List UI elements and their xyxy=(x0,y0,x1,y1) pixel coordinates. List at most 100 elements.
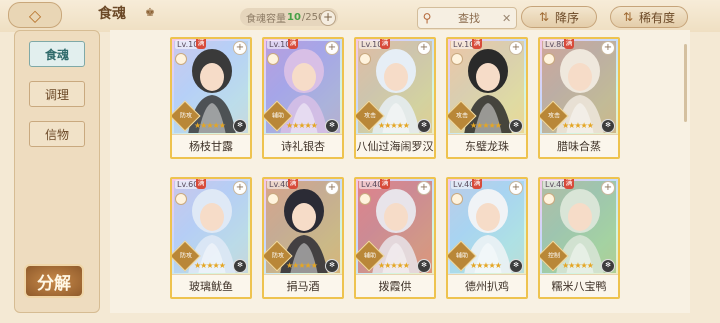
star-rating: ★★★★★ xyxy=(194,261,226,270)
tab-tokens[interactable]: 信物 xyxy=(29,121,85,147)
clear-icon[interactable]: ✕ xyxy=(502,12,516,25)
role-label: 控制 xyxy=(548,252,561,260)
star-rating: ★★★★★ xyxy=(286,121,318,130)
card-name: 玻璃鱿鱼 xyxy=(172,274,250,297)
full-badge: 满 xyxy=(564,39,574,49)
sort-icon: ⇅ xyxy=(538,10,550,24)
gear-icon: ✻ xyxy=(417,119,431,133)
element-icon xyxy=(451,53,463,65)
role-label: 攻击 xyxy=(364,112,377,120)
back-arrow-icon: ◇ xyxy=(28,5,42,25)
sort-button[interactable]: ⇅ 降序 xyxy=(521,6,597,28)
card-name: 拨霞供 xyxy=(356,274,434,297)
food-soul-card[interactable]: Lv.100 满 + 攻击 ★★★★★ ✻ 东璧龙珠 xyxy=(446,37,528,159)
gear-icon: ✻ xyxy=(233,119,247,133)
food-soul-card[interactable]: Lv.40 满 + 防攻 ★★★★★ ✻ 捐马酒 xyxy=(262,177,344,299)
full-badge: 满 xyxy=(380,179,390,189)
card-name: 德州扒鸡 xyxy=(448,274,526,297)
card-name: 腊味合蒸 xyxy=(540,134,618,157)
gear-icon: ✻ xyxy=(233,259,247,273)
role-label: 辅助 xyxy=(272,112,285,120)
card-name: 捐马酒 xyxy=(264,274,342,297)
star-rating: ★★★★★ xyxy=(378,121,410,130)
capacity-current: 10 xyxy=(287,11,301,23)
gear-icon: ✻ xyxy=(325,259,339,273)
plus-icon[interactable]: + xyxy=(233,181,247,195)
gear-icon: ✻ xyxy=(509,259,523,273)
rarity-label: 稀有度 xyxy=(639,10,676,25)
element-icon xyxy=(543,53,555,65)
crown-icon: ♚ xyxy=(145,6,155,19)
role-label: 防攻 xyxy=(272,252,285,260)
star-rating: ★★★★★ xyxy=(562,261,594,270)
plus-icon[interactable]: + xyxy=(417,181,431,195)
star-rating: ★★★★★ xyxy=(286,261,318,270)
role-label: 防攻 xyxy=(180,252,193,260)
capacity-label: 食魂容量 xyxy=(246,13,286,25)
element-icon xyxy=(267,53,279,65)
food-soul-card[interactable]: Lv.40 满 + 辅助 ★★★★★ ✻ 德州扒鸡 xyxy=(446,177,528,299)
star-rating: ★★★★★ xyxy=(194,121,226,130)
sort-label: 降序 xyxy=(555,10,580,25)
tab-food-soul[interactable]: 食魂 xyxy=(29,41,85,67)
rarity-icon: ⇅ xyxy=(622,10,634,24)
tab-cooking[interactable]: 调理 xyxy=(29,81,85,107)
plus-icon[interactable]: + xyxy=(509,181,523,195)
full-badge: 满 xyxy=(288,39,298,49)
gear-icon: ✻ xyxy=(325,119,339,133)
add-capacity-button[interactable]: + xyxy=(320,10,336,26)
food-soul-card[interactable]: Lv.60 满 + 防攻 ★★★★★ ✻ 玻璃鱿鱼 xyxy=(170,177,252,299)
scrollbar[interactable] xyxy=(684,44,687,122)
element-icon xyxy=(359,53,371,65)
decompose-button[interactable]: 分解 xyxy=(24,264,84,298)
card-name: 诗礼银杏 xyxy=(264,134,342,157)
star-rating: ★★★★★ xyxy=(562,121,594,130)
food-soul-card[interactable]: Lv.40 满 + 控制 ★★★★★ ✻ 糯米八宝鸭 xyxy=(538,177,620,299)
full-badge: 满 xyxy=(564,179,574,189)
role-label: 攻击 xyxy=(548,112,561,120)
full-badge: 满 xyxy=(472,39,482,49)
rarity-filter-button[interactable]: ⇅ 稀有度 xyxy=(610,6,688,28)
element-icon xyxy=(175,193,187,205)
full-badge: 满 xyxy=(472,179,482,189)
role-label: 辅助 xyxy=(456,252,469,260)
card-name: 东璧龙珠 xyxy=(448,134,526,157)
search-field[interactable]: ⚲ 查找 ✕ xyxy=(417,7,517,29)
full-badge: 满 xyxy=(288,179,298,189)
card-name: 糯米八宝鸭 xyxy=(540,274,618,297)
plus-icon[interactable]: + xyxy=(601,41,615,55)
full-badge: 满 xyxy=(196,39,206,49)
full-badge: 满 xyxy=(196,179,206,189)
food-soul-card[interactable]: Lv.100 满 + 防攻 ★★★★★ ✻ 杨枝甘露 xyxy=(170,37,252,159)
capacity-indicator: 食魂容量 10 /250 + xyxy=(240,8,338,26)
gear-icon: ✻ xyxy=(601,119,615,133)
role-label: 辅助 xyxy=(364,252,377,260)
plus-icon[interactable]: + xyxy=(325,41,339,55)
plus-icon[interactable]: + xyxy=(601,181,615,195)
top-bar: ◇ 食魂 ♚ 食魂容量 10 /250 + ⚲ 查找 ✕ ⇅ 降序 ⇅ 稀有度 xyxy=(0,0,720,32)
plus-icon[interactable]: + xyxy=(509,41,523,55)
plus-icon[interactable]: + xyxy=(233,41,247,55)
card-name: 杨枝甘露 xyxy=(172,134,250,157)
role-label: 攻击 xyxy=(456,112,469,120)
search-icon: ⚲ xyxy=(422,11,432,25)
gear-icon: ✻ xyxy=(601,259,615,273)
food-soul-card[interactable]: Lv.80 满 + 攻击 ★★★★★ ✻ 腊味合蒸 xyxy=(538,37,620,159)
plus-icon[interactable]: + xyxy=(417,41,431,55)
back-button[interactable]: ◇ xyxy=(8,2,62,28)
food-soul-card[interactable]: Lv.100 满 + 攻击 ★★★★★ ✻ 八仙过海闹罗汉 xyxy=(354,37,436,159)
food-soul-card[interactable]: Lv.40 满 + 辅助 ★★★★★ ✻ 拨霞供 xyxy=(354,177,436,299)
card-name: 八仙过海闹罗汉 xyxy=(356,134,434,157)
star-rating: ★★★★★ xyxy=(378,261,410,270)
full-badge: 满 xyxy=(380,39,390,49)
star-rating: ★★★★★ xyxy=(470,261,502,270)
search-placeholder: 查找 xyxy=(458,12,480,25)
gear-icon: ✻ xyxy=(417,259,431,273)
gear-icon: ✻ xyxy=(509,119,523,133)
element-icon xyxy=(543,193,555,205)
role-label: 防攻 xyxy=(180,112,193,120)
food-soul-card[interactable]: Lv.100 满 + 辅助 ★★★★★ ✻ 诗礼银杏 xyxy=(262,37,344,159)
plus-icon[interactable]: + xyxy=(325,181,339,195)
element-icon xyxy=(175,53,187,65)
element-icon xyxy=(359,193,371,205)
